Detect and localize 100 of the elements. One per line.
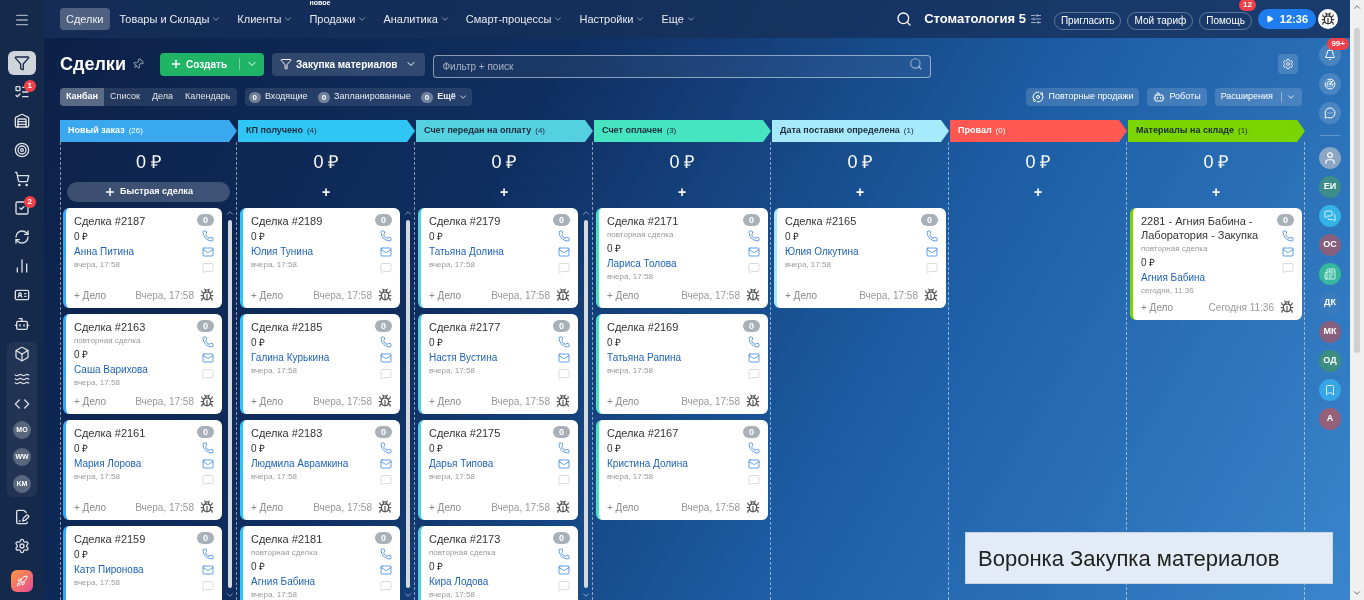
deal-title[interactable]: Сделка #2161 <box>74 426 146 440</box>
deal-title[interactable]: Сделка #2169 <box>607 320 682 334</box>
phone-icon[interactable] <box>558 336 570 348</box>
add-deal-button[interactable]: + <box>491 182 517 202</box>
mail-icon[interactable] <box>202 564 214 576</box>
stage-header[interactable]: Дата поставки определена (1) <box>772 120 949 142</box>
contact-avatar[interactable]: ДК <box>1319 292 1341 314</box>
comment-icon[interactable] <box>748 474 760 486</box>
comment-icon[interactable] <box>558 262 570 274</box>
nav-item[interactable]: Еще <box>655 8 702 30</box>
deal-card[interactable]: 2281 - Агния Бабина - Лаборатория - Закупка повторная сделка 0 ₽ Агния Бабина сегодня, 11:36 0 + Дело Сегодня 11:36 <box>1130 208 1302 320</box>
counter-label[interactable]: Ещё <box>437 90 468 104</box>
settings-button[interactable] <box>1278 54 1298 74</box>
sliders-icon[interactable] <box>1029 13 1042 25</box>
phone-icon[interactable] <box>748 336 760 348</box>
deal-title[interactable]: Сделка #2189 <box>251 214 323 228</box>
code-icon[interactable] <box>14 396 30 412</box>
comment-icon[interactable] <box>380 368 392 380</box>
phone-icon[interactable] <box>202 442 214 454</box>
phone-icon[interactable] <box>202 336 214 348</box>
deal-card[interactable]: Сделка #2163 повторная сделка 0 ₽ Саша Варихова вчера, 17:58 0 + Дело Вчера, 17:58 <box>63 314 222 414</box>
contact-link[interactable]: Кира Лодова <box>429 575 501 588</box>
nav-item[interactable]: Сделки <box>60 8 110 30</box>
add-activity-link[interactable]: + Дело <box>74 394 107 408</box>
deal-title[interactable]: Сделка #2163 <box>74 320 148 334</box>
sidebar-item[interactable]: 2 <box>8 195 36 220</box>
comment-icon[interactable] <box>202 368 214 380</box>
mail-icon[interactable] <box>202 352 214 364</box>
deal-title[interactable]: Сделка #2183 <box>251 426 349 440</box>
contact-avatar[interactable]: МК <box>1319 321 1341 343</box>
phone-icon[interactable] <box>748 442 760 454</box>
deal-title[interactable]: Сделка #2173 <box>429 532 501 546</box>
add-activity-link[interactable]: + Дело <box>251 500 284 514</box>
scroll-up-icon[interactable] <box>1352 2 1362 12</box>
contact-link[interactable]: Татьяна Долина <box>429 245 504 258</box>
mail-icon[interactable] <box>748 458 760 470</box>
toolbar-button[interactable]: Повторные продажи <box>1026 88 1140 106</box>
radar-button[interactable] <box>1319 73 1341 95</box>
mail-icon[interactable] <box>1282 246 1294 258</box>
nav-item[interactable]: Смарт-процессы <box>459 8 570 30</box>
add-deal-button[interactable]: + <box>1025 182 1051 202</box>
chat-avatar[interactable] <box>1319 205 1341 227</box>
add-deal-button[interactable]: + <box>1203 182 1229 202</box>
box-icon[interactable] <box>14 346 30 362</box>
mail-icon[interactable] <box>202 246 214 258</box>
add-activity-link[interactable]: + Дело <box>607 288 640 302</box>
add-activity-link[interactable]: + Дело <box>74 288 107 302</box>
contact-link[interactable]: Лариса Толова <box>607 257 679 270</box>
contact-avatar[interactable]: ОД <box>1319 350 1341 372</box>
bookmark-avatar[interactable] <box>1319 379 1341 401</box>
stage-header[interactable]: Материалы на складе (1) <box>1128 120 1305 142</box>
mail-icon[interactable] <box>558 352 570 364</box>
deal-card[interactable]: Сделка #2187 0 ₽ Анна Питина вчера, 17:58 0 + Дело Вчера, 17:58 <box>63 208 222 308</box>
comment-icon[interactable] <box>558 580 570 592</box>
deal-card[interactable]: Сделка #2181 повторная сделка 0 ₽ Агния Бабина вчера, 17:58 0 <box>240 526 400 600</box>
nav-item[interactable]: Клиенты <box>231 8 300 30</box>
contact-link[interactable]: Настя Вустина <box>429 351 501 364</box>
scroll-up-icon[interactable] <box>403 208 413 218</box>
chat-button[interactable] <box>1319 102 1341 124</box>
mail-icon[interactable] <box>926 246 938 258</box>
phone-icon[interactable] <box>926 230 938 242</box>
mail-icon[interactable] <box>558 564 570 576</box>
scroll-down-icon[interactable] <box>581 590 591 600</box>
view-tab[interactable]: Календарь <box>179 88 237 106</box>
mail-icon[interactable] <box>558 246 570 258</box>
contact-link[interactable]: Галина Курькина <box>251 351 330 364</box>
settings-icon[interactable] <box>14 538 30 554</box>
portal-name[interactable]: Стоматология 5 <box>924 9 1026 29</box>
add-activity-link[interactable]: + Дело <box>429 500 462 514</box>
nav-item[interactable]: Аналитика <box>377 8 456 30</box>
contact-link[interactable]: Катя Пиронова <box>74 563 146 576</box>
add-activity-link[interactable]: + Дело <box>1141 300 1174 314</box>
contact-link[interactable]: Дарья Типова <box>429 457 501 470</box>
menu-icon[interactable] <box>14 12 30 28</box>
toolbar-button[interactable]: Расширения <box>1214 88 1302 106</box>
nav-item[interactable]: Товары и Склады <box>113 8 228 30</box>
deal-card[interactable]: Сделка #2165 0 ₽ Юлия Олкутина вчера, 17:58 0 + Дело Вчера, 17:58 <box>774 208 946 308</box>
phone-icon[interactable] <box>748 230 760 242</box>
deal-card[interactable]: Сделка #2183 0 ₽ Людмила Аврамкина вчера, 17:58 0 + Дело Вчера, 17:58 <box>240 420 400 520</box>
phone-icon[interactable] <box>380 548 392 560</box>
phone-icon[interactable] <box>202 548 214 560</box>
scroll-up-icon[interactable] <box>225 208 235 218</box>
deal-title[interactable]: Сделка #2165 <box>785 214 859 228</box>
rocket-button[interactable] <box>11 570 33 592</box>
phone-icon[interactable] <box>1282 230 1294 242</box>
add-deal-button[interactable]: + <box>313 182 339 202</box>
comment-icon[interactable] <box>558 474 570 486</box>
comment-icon[interactable] <box>380 262 392 274</box>
stage-header[interactable]: КП получено (4) <box>238 120 415 142</box>
timer-button[interactable]: 12:36 <box>1257 9 1316 29</box>
sidebar-item[interactable]: 1 <box>8 79 36 104</box>
deal-title[interactable]: Сделка #2159 <box>74 532 146 546</box>
column-scrollbar[interactable] <box>584 220 588 588</box>
add-activity-link[interactable]: + Дело <box>251 394 284 408</box>
deal-card[interactable]: Сделка #2179 0 ₽ Татьяна Долина вчера, 17:58 0 + Дело Вчера, 17:58 <box>418 208 578 308</box>
comment-icon[interactable] <box>202 580 214 592</box>
add-activity-link[interactable]: + Дело <box>785 288 818 302</box>
document-icon[interactable] <box>14 509 30 525</box>
contact-link[interactable]: Мария Лорова <box>74 457 146 470</box>
stripes-icon[interactable] <box>14 371 30 387</box>
